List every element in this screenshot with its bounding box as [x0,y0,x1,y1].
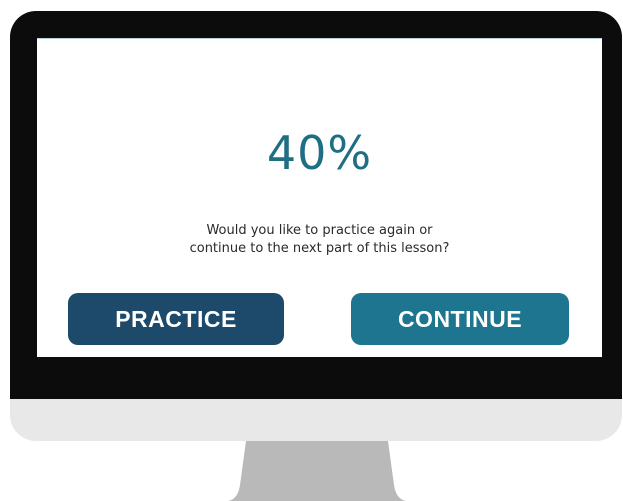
lesson-result-screen: 40% Would you like to practice again or … [37,38,602,357]
prompt-line-2: continue to the next part of this lesson… [189,241,450,256]
monitor-illustration: 40% Would you like to practice again or … [0,0,623,501]
next-step-prompt: Would you like to practice again or cont… [37,222,602,258]
practice-button[interactable]: PRACTICE [68,293,284,345]
continue-button[interactable]: CONTINUE [351,293,569,345]
monitor-stand [228,441,406,501]
prompt-line-1: Would you like to practice again or [206,223,433,238]
score-percentage: 40% [266,126,373,180]
